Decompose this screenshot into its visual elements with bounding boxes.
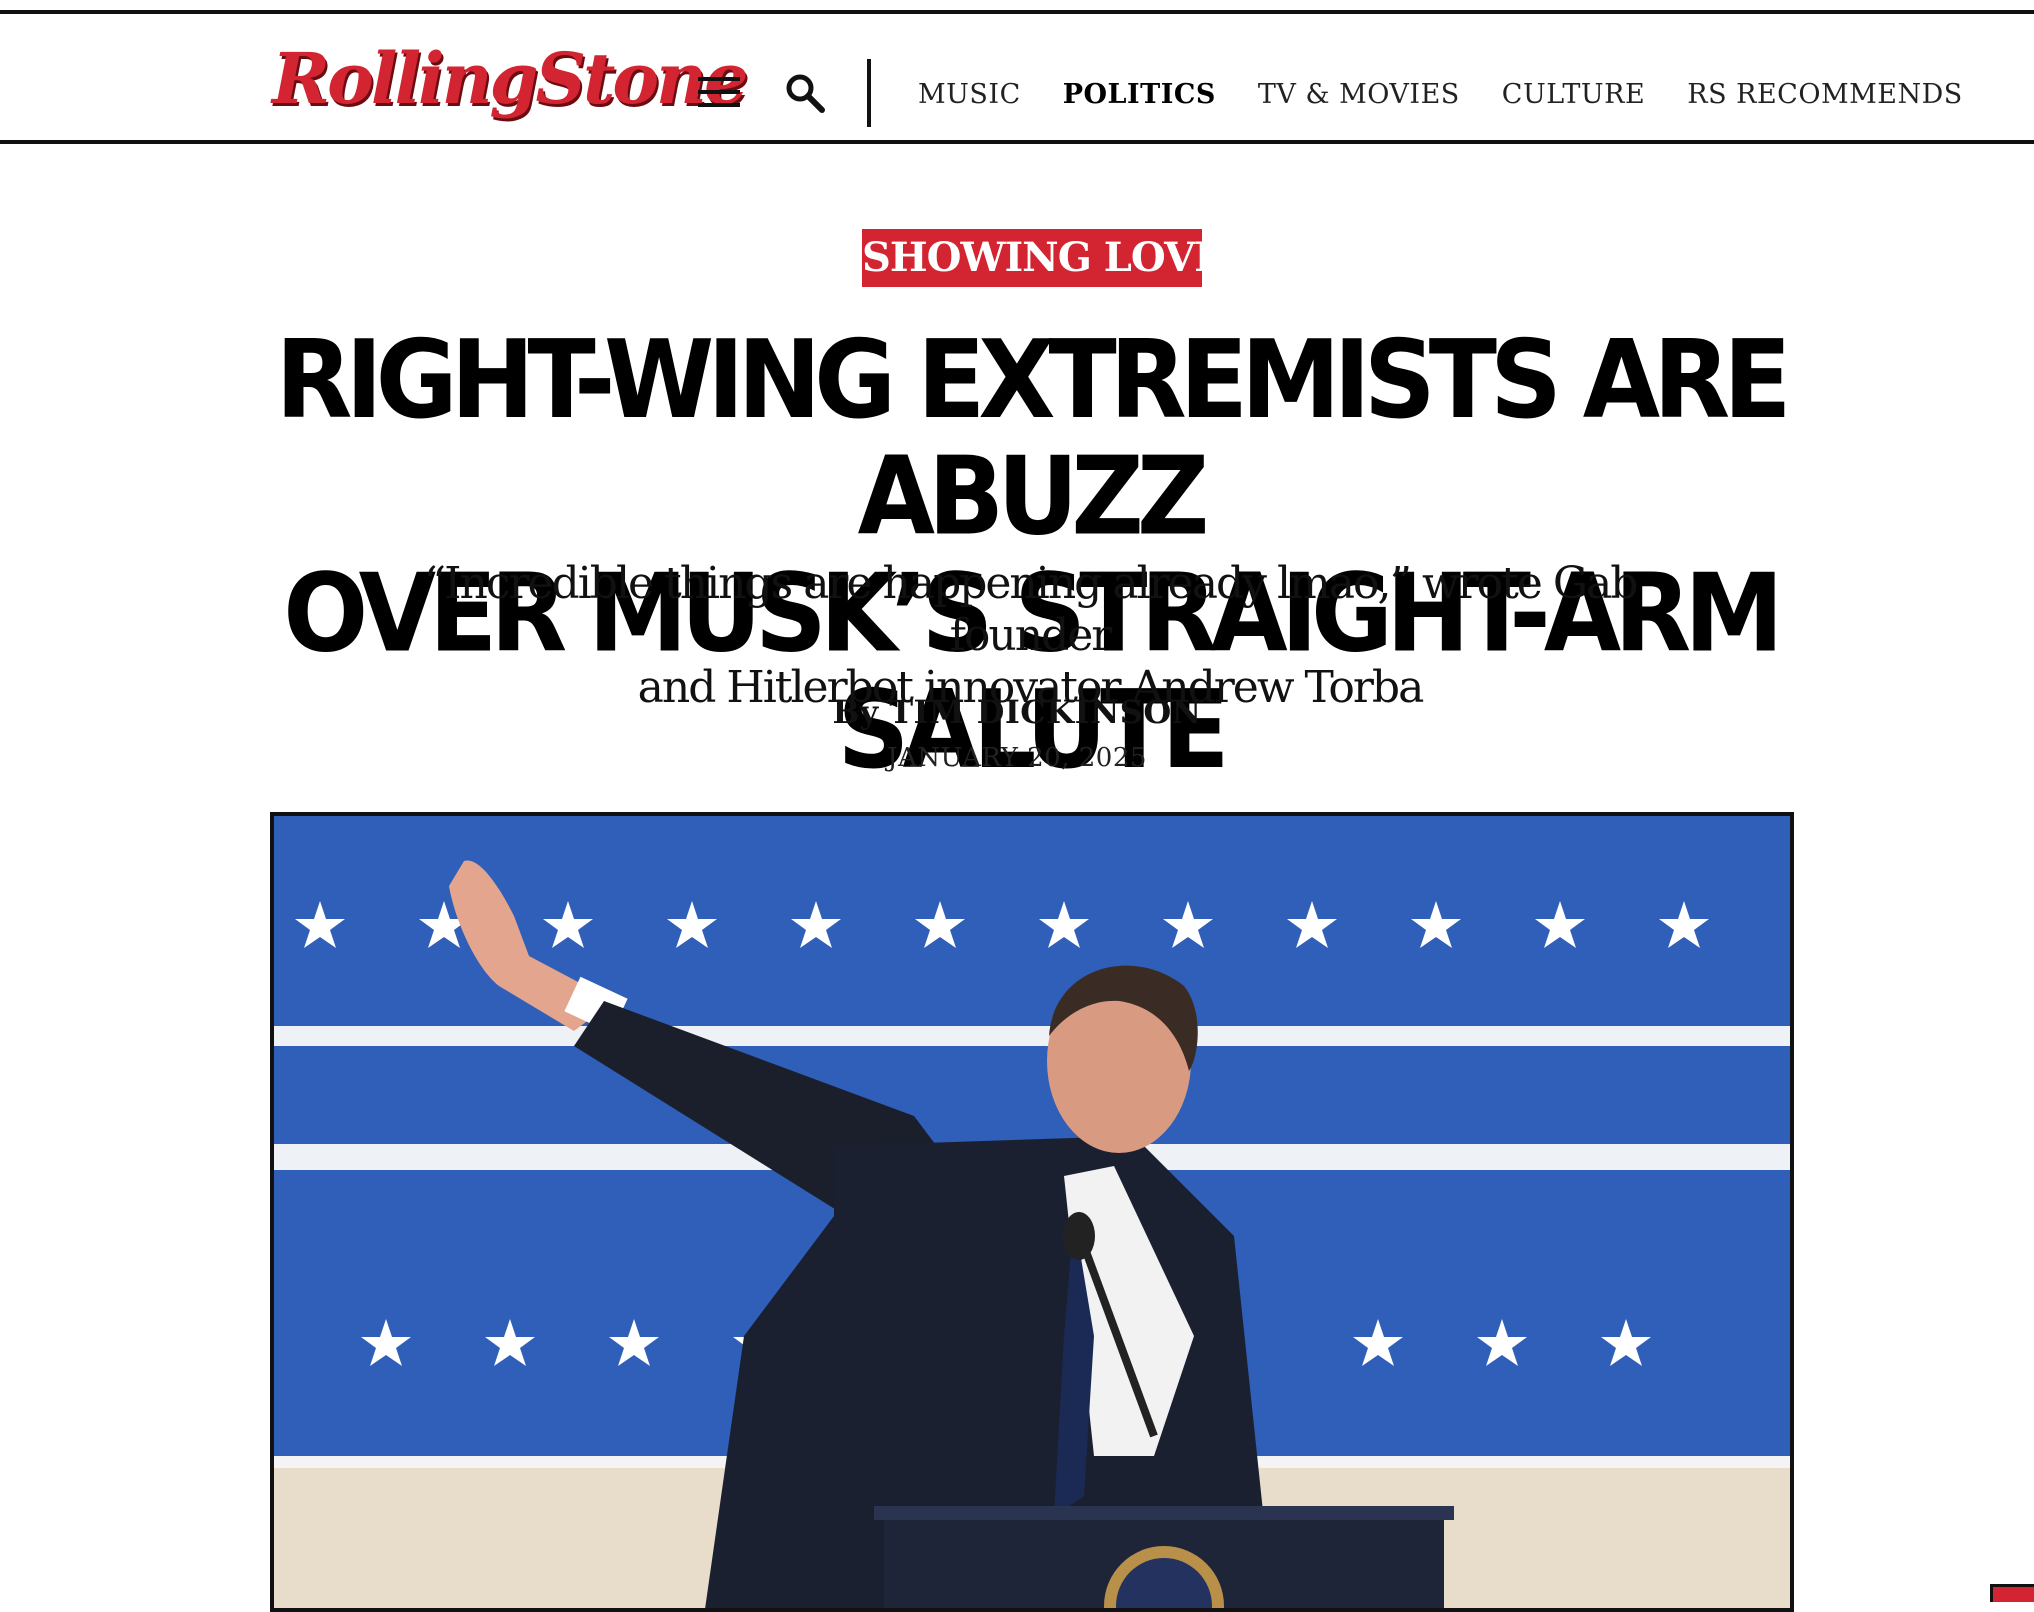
byline-prefix: By [832, 693, 879, 731]
hamburger-menu-icon[interactable] [698, 77, 740, 107]
nav-item-music[interactable]: MUSIC [918, 79, 1021, 110]
nav-item-tv-movies[interactable]: TV & MOVIES [1258, 79, 1460, 110]
dek-line-1: “Incredible things are happening already… [423, 558, 1639, 661]
publish-date: JANUARY 20, 2025 [887, 743, 1147, 773]
article-kicker[interactable]: SHOWING LOVE [862, 229, 1225, 287]
search-icon[interactable] [784, 72, 826, 114]
byline: By TIM DICKINSON [0, 693, 2034, 731]
hero-image-illustration [274, 816, 1790, 1608]
site-header: RollingStone MUSIC POLITICS TV & MOVIES … [0, 10, 2034, 144]
main-nav: MUSIC POLITICS TV & MOVIES CULTURE RS RE… [918, 76, 1963, 112]
headline-line-1: RIGHT-WING EXTREMISTS ARE ABUZZ [275, 316, 1791, 560]
article-dek: “Incredible things are happening already… [360, 558, 1700, 714]
rolling-stone-logo[interactable]: RollingStone [272, 44, 748, 114]
nav-item-culture[interactable]: CULTURE [1502, 79, 1645, 110]
nav-divider [867, 59, 871, 127]
author-link[interactable]: TIM DICKINSON [889, 693, 1201, 731]
corner-tab[interactable] [1990, 1584, 2034, 1602]
hero-image [270, 812, 1794, 1612]
nav-item-politics[interactable]: POLITICS [1063, 79, 1216, 110]
nav-item-rs-recommends[interactable]: RS RECOMMENDS [1687, 79, 1963, 110]
